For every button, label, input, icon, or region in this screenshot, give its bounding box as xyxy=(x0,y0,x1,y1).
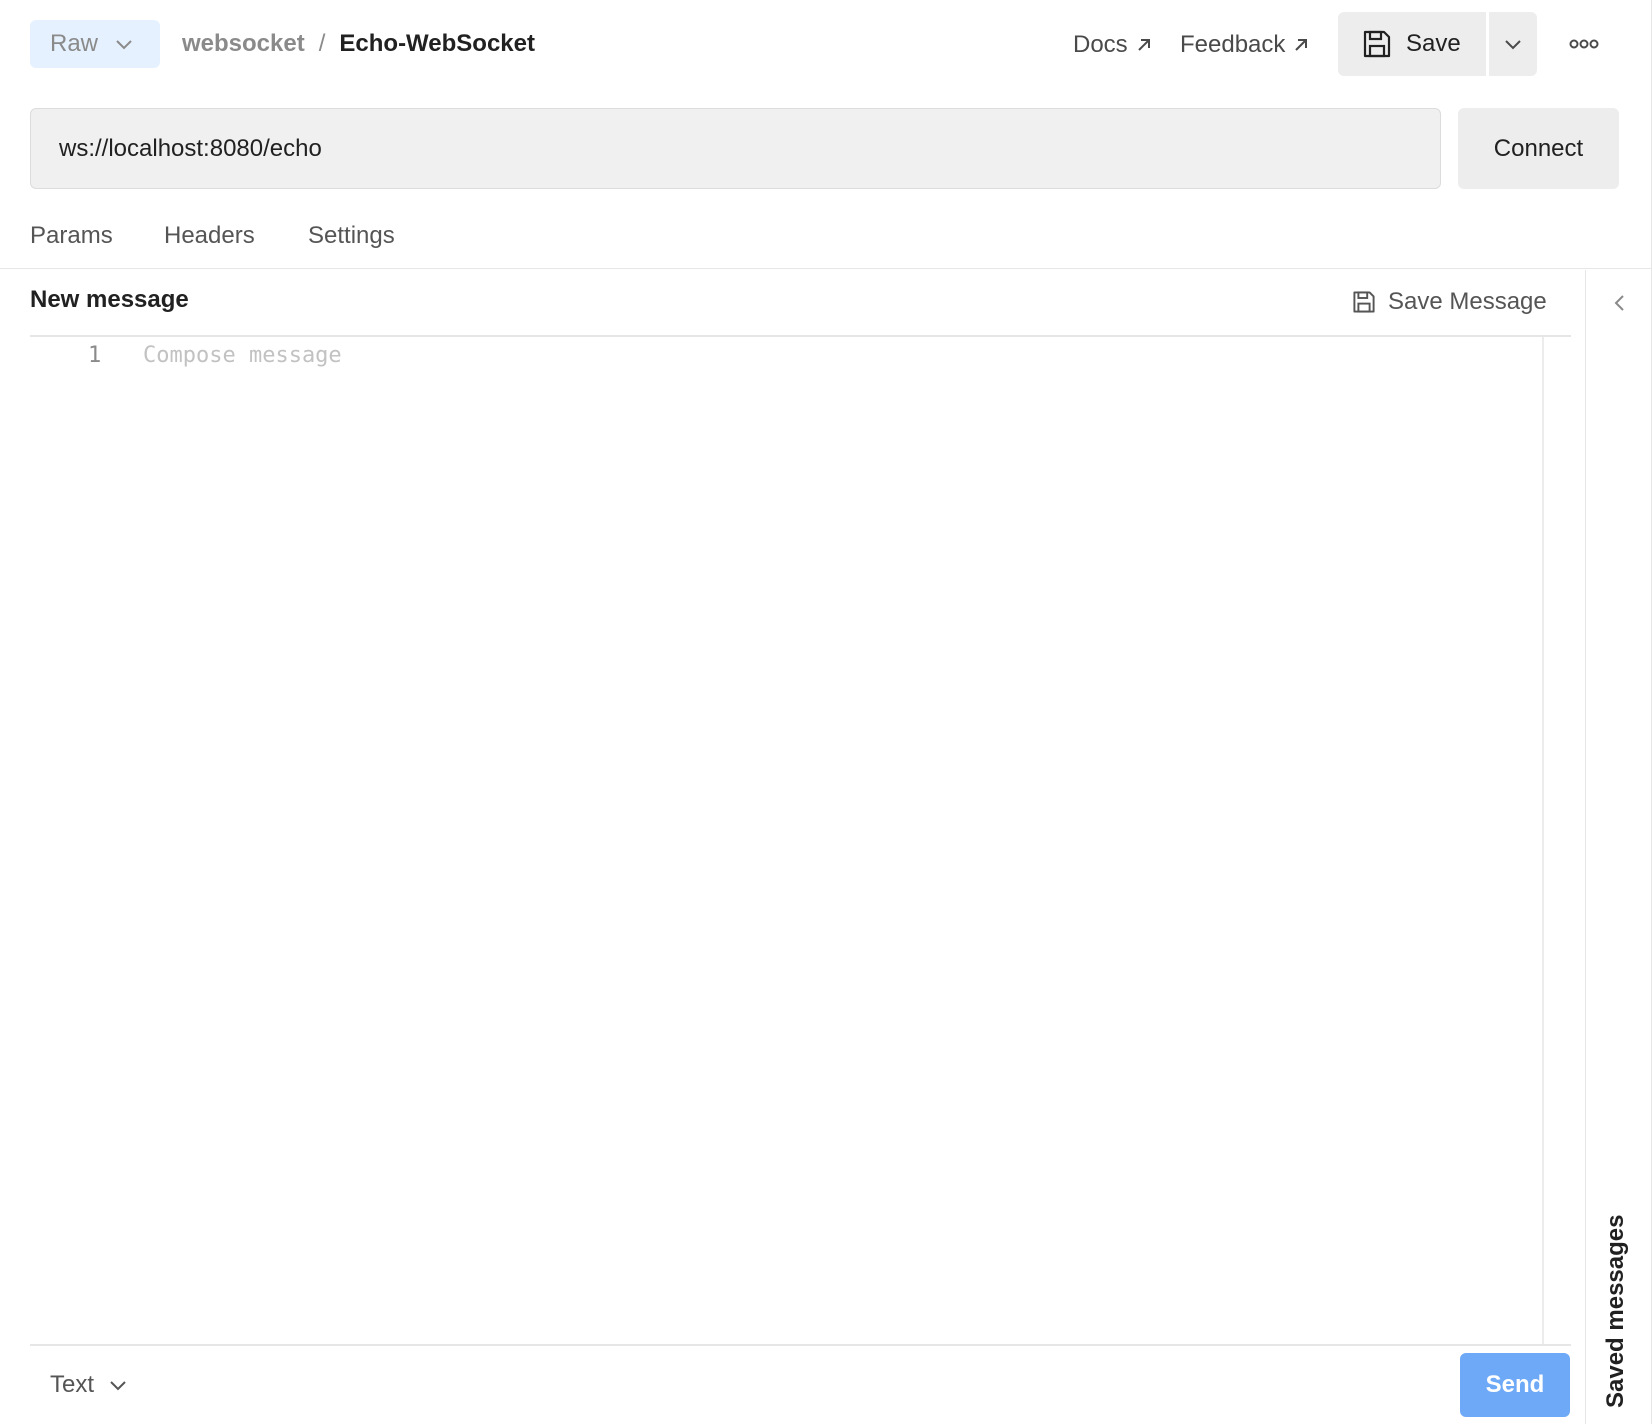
breadcrumb-parent[interactable]: websocket xyxy=(182,30,305,58)
save-button[interactable]: Save xyxy=(1338,12,1486,76)
docs-link-label: Docs xyxy=(1073,31,1128,58)
expand-saved-messages-button[interactable] xyxy=(1600,286,1640,320)
breadcrumb: websocket / Echo-WebSocket xyxy=(182,28,535,60)
tab-params[interactable]: Params xyxy=(30,222,113,250)
tab-settings[interactable]: Settings xyxy=(308,222,395,250)
floppy-disk-icon xyxy=(1363,30,1391,58)
save-options-button[interactable] xyxy=(1489,12,1537,76)
request-tabs: Params Headers Settings xyxy=(0,212,1652,269)
breadcrumb-current[interactable]: Echo-WebSocket xyxy=(339,30,535,58)
side-panel-divider xyxy=(1585,270,1586,1424)
breadcrumb-separator: / xyxy=(318,30,326,57)
ellipsis-icon xyxy=(1569,39,1599,49)
chevron-down-icon xyxy=(116,40,132,50)
mode-select-value: Raw xyxy=(50,30,99,57)
mode-select[interactable]: Raw xyxy=(30,20,160,68)
websocket-request-app: Raw websocket / Echo-WebSocket Docs Feed… xyxy=(0,0,1652,1424)
arrow-up-right-icon xyxy=(1137,39,1150,51)
tab-headers[interactable]: Headers xyxy=(164,222,255,250)
saved-messages-toggle[interactable]: Saved messages xyxy=(1602,1215,1630,1408)
editor-scrollbar[interactable] xyxy=(1542,337,1544,1344)
message-format-value: Text xyxy=(50,1371,95,1398)
message-panel-title: New message xyxy=(30,286,189,313)
chevron-down-icon xyxy=(110,1381,126,1391)
feedback-link-label: Feedback xyxy=(1180,31,1286,58)
message-editor[interactable]: 1 Compose message xyxy=(30,337,1571,1344)
feedback-link[interactable]: Feedback xyxy=(1180,28,1309,62)
url-input[interactable] xyxy=(30,108,1441,189)
line-number: 1 xyxy=(88,343,102,368)
chevron-down-icon xyxy=(1505,40,1521,50)
arrow-up-right-icon xyxy=(1295,39,1308,51)
more-options-button[interactable] xyxy=(1560,24,1608,64)
docs-link[interactable]: Docs xyxy=(1073,28,1152,62)
floppy-disk-icon xyxy=(1353,291,1375,313)
send-button[interactable]: Send xyxy=(1460,1353,1570,1417)
save-message-button[interactable]: Save Message xyxy=(1352,286,1547,318)
save-button-label: Save xyxy=(1406,30,1461,57)
chevron-left-icon xyxy=(1614,295,1624,311)
message-format-select[interactable]: Text xyxy=(50,1368,128,1402)
editor-divider xyxy=(30,1344,1571,1346)
message-input[interactable]: Compose message xyxy=(143,343,342,368)
request-header: Raw websocket / Echo-WebSocket Docs Feed… xyxy=(0,0,1652,88)
connect-button[interactable]: Connect xyxy=(1458,108,1619,189)
save-message-label: Save Message xyxy=(1388,288,1547,315)
